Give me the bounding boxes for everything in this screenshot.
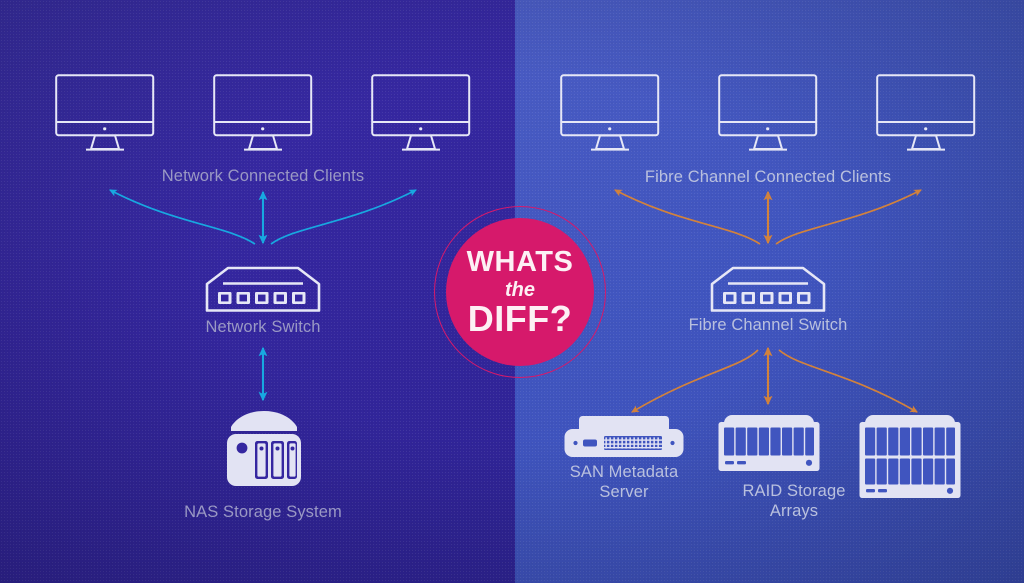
arrow-fc-switch-to-raid-array-large (778, 349, 918, 413)
badge-line-3: DIFF? (467, 297, 573, 339)
network-switch-icon (205, 266, 321, 312)
arrow-fc-switch-to-client-right (775, 189, 922, 245)
nas-storage-icon (227, 411, 301, 486)
arrow-fc-switch-to-client-left (614, 189, 761, 245)
san-metadata-server-label-line2: Server (599, 483, 649, 501)
raid-array-large-icon (859, 415, 961, 498)
badge-line-2: the (505, 278, 535, 301)
raid-storage-label-line2: Arrays (769, 502, 819, 520)
fibre-channel-switch-icon (710, 266, 826, 312)
nas-storage-label: NAS Storage System (184, 503, 342, 521)
whats-the-diff-badge: WHATS the DIFF? (434, 206, 606, 378)
monitor-icon (213, 74, 313, 151)
san-metadata-server-label-line1: SAN Metadata (569, 463, 679, 481)
arrow-switch-to-client-left (109, 189, 256, 245)
monitor-icon (718, 74, 818, 151)
fibre-channel-switch-label: Fibre Channel Switch (688, 316, 848, 334)
fibre-channel-clients-label: Fibre Channel Connected Clients (644, 168, 892, 186)
monitor-icon (876, 74, 976, 151)
monitor-icon (55, 74, 155, 151)
monitor-icon (371, 74, 471, 151)
network-switch-label: Network Switch (205, 318, 321, 336)
badge-line-1: WHATS (466, 245, 574, 278)
raid-array-icon (718, 415, 820, 471)
monitor-icon (560, 74, 660, 151)
arrow-fc-switch-to-san-server (631, 349, 759, 413)
san-metadata-server-icon (564, 416, 684, 457)
infographic-canvas: Network Connected Clients Network Switch (0, 0, 1024, 583)
network-clients-label: Network Connected Clients (161, 167, 365, 185)
arrow-switch-to-client-right (270, 189, 417, 245)
